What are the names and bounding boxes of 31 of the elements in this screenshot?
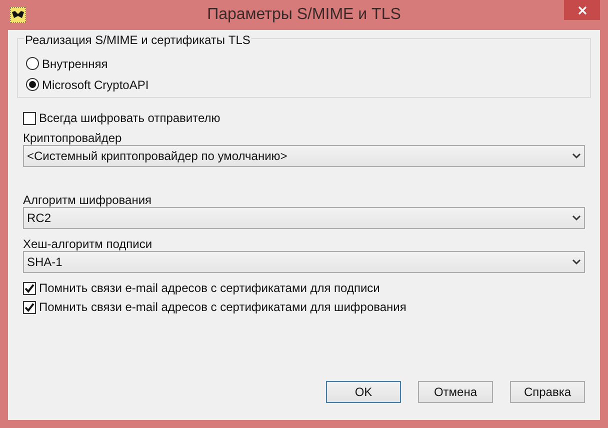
checkmark-icon [24,302,35,312]
checkbox-label: Всегда шифровать отправителю [39,110,220,127]
dialog-button[interactable]: OK [326,381,401,403]
checkbox[interactable] [23,282,36,294]
chevron-down-icon [572,153,581,159]
dropdown-value: <Системный криптопровайдер по умолчанию> [27,148,288,165]
chevron-down-icon [572,215,581,221]
dialog-button[interactable]: Отмена [418,381,493,403]
checkbox-label: Помнить связи e-mail адресов с сертификатами для подписи [39,280,380,297]
radio-label: Microsoft CryptoAPI [42,76,149,94]
close-icon [578,6,586,14]
chevron-down-icon [572,259,581,265]
app-logo-icon [10,7,26,23]
radio-button[interactable] [26,57,39,70]
dialog-button[interactable]: Справка [510,381,585,403]
window-title: Параметры S/MIME и TLS [207,5,401,25]
radio-button[interactable] [26,78,39,91]
field-label: Алгоритм шифрования [23,192,153,207]
checkbox[interactable] [23,112,36,124]
field-label: Хеш-алгоритм подписи [23,236,154,251]
checkbox[interactable] [23,300,36,314]
checkbox-label: Помнить связи e-mail адресов с сертификатами для шифрования [39,299,406,316]
dropdown-value: RC2 [27,210,52,227]
checkmark-icon [24,282,35,294]
dropdown[interactable]: <Системный криптопровайдер по умолчанию> [23,145,585,167]
close-button[interactable] [564,0,600,20]
dropdown-value: SHA-1 [27,254,62,271]
field-label: Криптопровайдер [23,130,123,145]
radio-label: Внутренняя [42,56,108,72]
dropdown[interactable]: SHA-1 [23,251,585,273]
dropdown[interactable]: RC2 [23,207,585,229]
